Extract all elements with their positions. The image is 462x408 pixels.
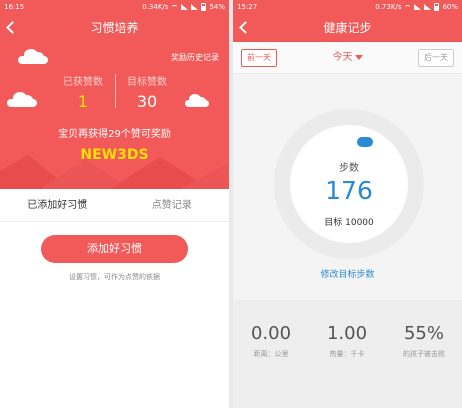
page-title: 习惯培养 — [90, 21, 139, 35]
add-habit-hint: 设置习惯，可作为点赞的依据 — [69, 273, 160, 281]
status-time: 15:27 — [237, 3, 258, 11]
beaten-percent-value: 55% — [403, 323, 444, 344]
network-speed: 0.34K/s — [142, 3, 169, 11]
network-speed: 0.73K/s — [375, 3, 402, 11]
distance-metric: 0.00 距离：公里 — [233, 323, 309, 359]
beaten-percent-label: 的孩子被击败 — [403, 350, 445, 358]
beaten-percent-metric: 55% 的孩子被击败 — [386, 323, 462, 359]
calories-label: 热量：千卡 — [329, 350, 365, 358]
status-indicators: 0.73K/s 60% — [375, 0, 458, 14]
calories-metric: 1.00 热量：千卡 — [309, 323, 385, 359]
reward-progress-text: 宝贝再获得29个赞可奖励 — [58, 129, 171, 140]
today-label: 今天 — [332, 52, 353, 63]
battery-icon — [201, 3, 207, 11]
battery-level: 54% — [209, 3, 225, 11]
battery-icon — [434, 3, 440, 11]
header: 15:27 0.73K/s 60% 健康记步 — [233, 0, 462, 42]
signal-icon — [414, 4, 422, 10]
status-time: 16:15 — [4, 3, 25, 11]
status-bar: 15:27 0.73K/s 60% — [233, 0, 462, 14]
title-bar: 健康记步 — [233, 14, 462, 42]
earned-likes-value: 1 — [77, 92, 89, 111]
step-count: 176 — [325, 176, 373, 205]
battery-level: 60% — [442, 3, 458, 11]
next-day-button[interactable]: 后一天 — [418, 49, 454, 67]
step-ring-center: 步数 176 目标 10000 — [290, 125, 408, 243]
today-dropdown[interactable]: 今天 — [333, 52, 363, 63]
step-metrics: 0.00 距离：公里 1.00 热量：千卡 55% 的孩子被击败 — [233, 300, 462, 408]
page-title: 健康记步 — [323, 21, 372, 35]
distance-value: 0.00 — [250, 323, 292, 344]
modify-target-link[interactable]: 修改目标步数 — [233, 267, 462, 280]
step-progress-ring: 步数 176 目标 10000 — [274, 109, 424, 259]
habit-screen: 16:15 0.34K/s 54% 习惯培养 奖励历史记录 已获赞数 1 目标赞… — [0, 0, 229, 408]
signal-icon — [181, 4, 189, 10]
cloud-icon — [7, 92, 37, 107]
cloud-icon — [18, 49, 48, 64]
status-bar: 16:15 0.34K/s 54% — [0, 0, 229, 14]
title-bar: 习惯培养 — [0, 14, 229, 42]
step-target: 目标 10000 — [324, 218, 374, 228]
reward-hero-panel: 16:15 0.34K/s 54% 习惯培养 奖励历史记录 已获赞数 1 目标赞… — [0, 0, 229, 189]
wifi-icon — [171, 4, 179, 10]
add-habit-button[interactable]: 添加好习惯 — [41, 235, 188, 263]
calories-value: 1.00 — [326, 323, 368, 344]
caret-down-icon — [354, 54, 363, 60]
earned-likes-label: 已获赞数 — [63, 77, 103, 88]
back-arrow-icon[interactable] — [6, 21, 19, 34]
status-indicators: 0.34K/s 54% — [142, 0, 225, 14]
signal-icon-2 — [191, 4, 199, 10]
steps-label: 步数 — [339, 163, 359, 174]
mountains-decoration — [0, 155, 229, 189]
progress-indicator — [357, 137, 373, 147]
target-likes-stat: 目标赞数 30 — [112, 73, 182, 111]
day-navigation: 前一天 今天 后一天 — [233, 42, 462, 74]
cloud-icon — [185, 94, 209, 107]
tab-like-records[interactable]: 点赞记录 — [115, 189, 230, 221]
target-likes-label: 目标赞数 — [127, 77, 167, 88]
step-counter-screen: 15:27 0.73K/s 60% 健康记步 前一天 今天 后一天 步数 176 — [233, 0, 462, 408]
habit-tabs: 已添加好习惯 点赞记录 — [0, 189, 229, 222]
signal-icon-2 — [424, 4, 432, 10]
earned-likes-stat: 已获赞数 1 — [48, 73, 118, 111]
distance-label: 距离：公里 — [253, 350, 289, 358]
wifi-icon — [404, 4, 412, 10]
tab-added-habits[interactable]: 已添加好习惯 — [0, 189, 115, 221]
previous-day-button[interactable]: 前一天 — [241, 49, 277, 67]
back-arrow-icon[interactable] — [239, 21, 252, 34]
target-likes-value: 30 — [136, 92, 158, 111]
reward-history-link[interactable]: 奖励历史记录 — [171, 52, 219, 63]
